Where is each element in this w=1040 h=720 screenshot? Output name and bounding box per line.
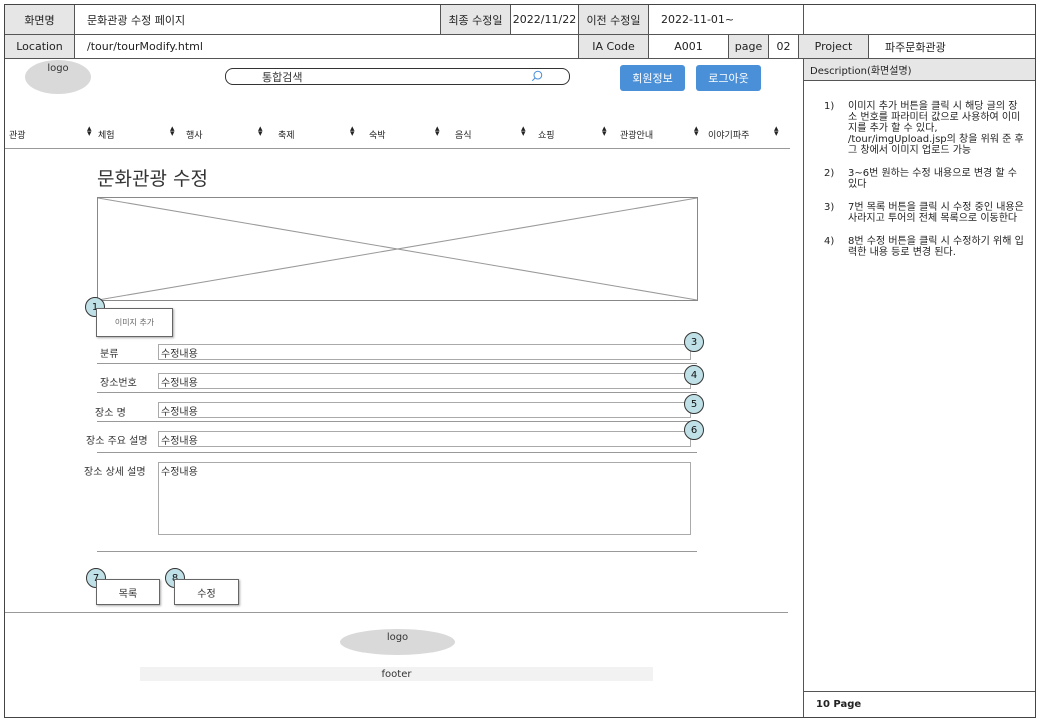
sort-icon: ▴ ▾ (435, 124, 440, 139)
description-number: 1) (824, 101, 835, 112)
field-label-main-description: 장소 주요 설명 (86, 436, 148, 447)
main-description-input[interactable]: 수정내용 (158, 431, 691, 447)
sort-icon: ▴ ▾ (87, 124, 92, 139)
sort-icon: ▴ ▾ (774, 124, 779, 139)
page-value: 02 (769, 35, 799, 58)
nav-label: 행사 (186, 130, 203, 141)
marker-4: 4 (684, 365, 704, 385)
page-number-footer: 10 Page (804, 691, 1035, 717)
last-modified-value: 2022/11/22 (511, 5, 579, 34)
marker-5: 5 (684, 394, 704, 414)
image-placeholder (97, 197, 698, 301)
description-number: 3) (824, 202, 835, 213)
nav-label: 숙박 (369, 130, 386, 141)
nav-item-event[interactable]: 행사 ▴ ▾ (186, 119, 276, 149)
logout-button[interactable]: 로그아웃 (696, 65, 761, 91)
nav-label: 축제 (278, 130, 295, 141)
nav-item-shopping[interactable]: 쇼핑 ▴ ▾ (538, 119, 620, 149)
description-number: 2) (824, 168, 835, 179)
page-label: page (729, 35, 769, 58)
nav-item-festival[interactable]: 축제 ▴ ▾ (278, 119, 368, 149)
description-panel: Description(화면설명) 1) 이미지 추가 버튼을 클릭 시 해당 … (804, 59, 1035, 717)
description-text: 7번 목록 버튼을 클릭 시 수정 중인 내용은 사라지고 투어의 전체 목록으… (848, 202, 1024, 224)
description-text: 3~6번 원하는 수정 내용으로 변경 할 수 있다 (848, 168, 1017, 190)
location-label: Location (5, 35, 75, 58)
description-list: 1) 이미지 추가 버튼을 클릭 시 해당 글의 장소 번호를 파라미터 값으로… (824, 101, 1024, 270)
field-label-detail-description: 장소 상세 설명 (84, 467, 146, 478)
nav-item-tour[interactable]: 관광 ▴ ▾ (9, 119, 97, 149)
nav-item-paju-story[interactable]: 이야기파주 ▴ ▾ (708, 119, 788, 149)
footer-logo: logo (340, 629, 455, 655)
form-divider (97, 421, 697, 422)
description-heading: Description(화면설명) (804, 59, 1035, 81)
nav-label: 관광안내 (620, 130, 654, 141)
prev-modified-label: 이전 수정일 (579, 5, 649, 34)
screen-name-label: 화면명 (5, 5, 75, 34)
description-item: 2) 3~6번 원하는 수정 내용으로 변경 할 수 있다 (824, 168, 1024, 190)
search-placeholder: 통합검색 (262, 70, 303, 84)
marker-6: 6 (684, 420, 704, 440)
description-text: 이미지 추가 버튼을 클릭 시 해당 글의 장소 번호를 파라미터 값으로 사용… (848, 101, 1024, 156)
field-label-place-name: 장소 명 (95, 408, 126, 419)
header-empty-cell (804, 5, 1035, 34)
search-icon[interactable] (531, 70, 543, 82)
location-value: /tour/tourModify.html (75, 35, 579, 58)
ia-code-value: A001 (649, 35, 729, 58)
search-input[interactable]: 통합검색 (225, 68, 570, 85)
nav-label: 이야기파주 (708, 130, 750, 141)
image-placeholder-cross (98, 198, 697, 300)
sort-icon: ▴ ▾ (258, 124, 263, 139)
nav-label: 관광 (9, 130, 26, 141)
form-divider (97, 452, 697, 453)
modify-button[interactable]: 수정 (174, 579, 239, 605)
header-logo[interactable]: logo (25, 60, 91, 94)
last-modified-label: 최종 수정일 (441, 5, 511, 34)
main-nav: 관광 ▴ ▾ 체험 ▴ ▾ 행사 ▴ ▾ 축제 ▴ ▾ 숙박 ▴ ▾ 음식 ▴ ▾ 쇼핑 ▴… (5, 119, 790, 149)
description-item: 4) 8번 수정 버튼을 클릭 시 수정하기 위해 입력한 내용 등로 변경 된… (824, 236, 1024, 258)
page-title: 문화관광 수정 (97, 168, 208, 190)
sort-icon: ▴ ▾ (521, 124, 526, 139)
list-button[interactable]: 목록 (96, 579, 160, 605)
main-area: logo 통합검색 회원정보 로그아웃 관광 ▴ ▾ 체험 ▴ ▾ 행사 ▴ ▾ 축제… (5, 59, 804, 717)
header-row-2: Location /tour/tourModify.html IA Code A… (5, 35, 1035, 59)
sort-icon: ▴ ▾ (694, 124, 699, 139)
screen-name: 문화관광 수정 페이지 (75, 5, 441, 34)
nav-item-tour-info[interactable]: 관광안내 ▴ ▾ (620, 119, 706, 149)
form-divider (97, 392, 697, 393)
category-input[interactable]: 수정내용 (158, 344, 691, 360)
nav-item-food[interactable]: 음식 ▴ ▾ (455, 119, 540, 149)
add-image-button[interactable]: 이미지 추가 (96, 308, 173, 337)
nav-label: 체험 (98, 130, 115, 141)
footer-divider (5, 612, 788, 613)
nav-label: 음식 (455, 130, 472, 141)
form-divider (97, 363, 697, 364)
place-name-input[interactable]: 수정내용 (158, 402, 691, 418)
header-row-1: 화면명 문화관광 수정 페이지 최종 수정일 2022/11/22 이전 수정일… (5, 5, 1035, 35)
project-label: Project (799, 35, 869, 58)
description-text: 8번 수정 버튼을 클릭 시 수정하기 위해 입력한 내용 등로 변경 된다. (848, 236, 1024, 258)
place-number-input[interactable]: 수정내용 (158, 373, 691, 389)
field-label-category: 분류 (100, 349, 119, 360)
marker-3: 3 (684, 332, 704, 352)
nav-item-experience[interactable]: 체험 ▴ ▾ (98, 119, 186, 149)
detail-description-textarea[interactable]: 수정내용 (158, 462, 691, 535)
sort-icon: ▴ ▾ (170, 124, 175, 139)
footer: footer (140, 667, 653, 681)
form-bottom-divider (97, 551, 697, 552)
description-item: 1) 이미지 추가 버튼을 클릭 시 해당 글의 장소 번호를 파라미터 값으로… (824, 101, 1024, 156)
member-info-button[interactable]: 회원정보 (620, 65, 685, 91)
nav-item-lodging[interactable]: 숙박 ▴ ▾ (369, 119, 454, 149)
field-label-place-number: 장소번호 (100, 378, 137, 389)
description-number: 4) (824, 236, 835, 247)
description-item: 3) 7번 목록 버튼을 클릭 시 수정 중인 내용은 사라지고 투어의 전체 … (824, 202, 1024, 224)
sort-icon: ▴ ▾ (602, 124, 607, 139)
nav-label: 쇼핑 (538, 130, 555, 141)
sort-icon: ▴ ▾ (350, 124, 355, 139)
project-value: 파주문화관광 (885, 40, 946, 54)
ia-code-label: IA Code (579, 35, 649, 58)
prev-modified-value: 2022-11-01~ (649, 5, 804, 34)
